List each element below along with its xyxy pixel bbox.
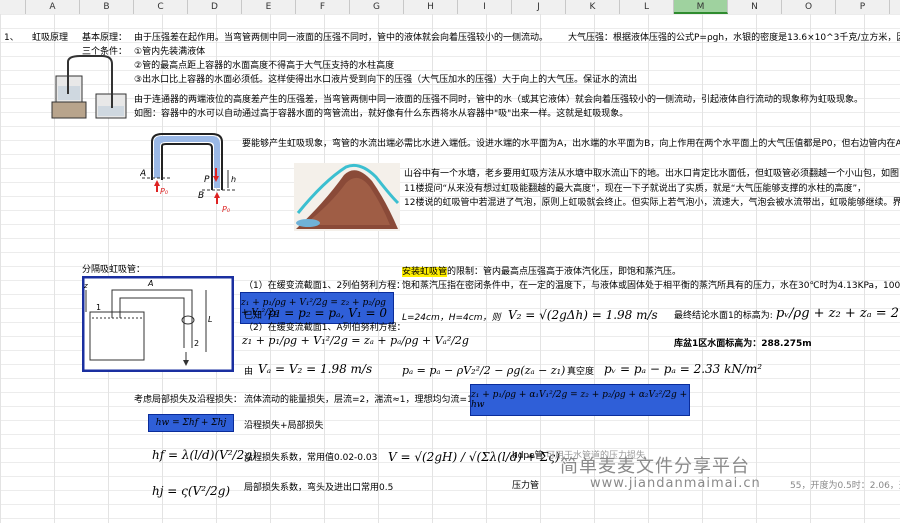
basic-text: 由于压强差在起作用。当弯管两侧中同一液面的压强不同时，管中的液体就会向着压强较小… <box>134 33 549 43</box>
install-limit-text: 的限制：管内最高点压强高于液体汽化压，即饱和蒸汽压。 <box>447 267 682 277</box>
losses-text: 流体流动的能量损失，层流=2，湍流≈1，理想均匀流=1 <box>244 395 473 405</box>
mountain-siphon-image <box>294 163 400 231</box>
vacuum-equation: pᵥ = pₐ − pₐ = 2.33 kN/m² <box>604 362 763 376</box>
install-limit-row: 安装虹吸管的限制：管内最高点压强高于液体汽化压，即饱和蒸汽压。 <box>402 266 681 278</box>
topic-title: 虹吸原理 <box>32 33 69 43</box>
label-B: B <box>198 191 204 201</box>
tank-elevation: 库盆1区水面标高为：288.275m <box>674 339 812 349</box>
label-A: A <box>140 169 146 179</box>
column-header-l[interactable]: L <box>620 0 674 14</box>
middle-p4: 12楼说的虹吸管中若混进了气泡，原则上虹吸就会终止。但实际上若气泡小，流速大，气… <box>404 198 900 208</box>
extra-text-1: 由于连通器的两端液位的高度差产生的压强差，当弯管两侧中同一液面的压强不同时，管中… <box>134 95 864 105</box>
column-header-i[interactable]: I <box>458 0 512 14</box>
svg-text:z: z <box>83 282 88 290</box>
siphon-illustration <box>51 55 127 119</box>
along-plus-local: 沿程损失+局部损失 <box>244 421 324 431</box>
middle-p3: 11楼提问“从来没有想过虹吸能翻越的最大高度”，现在一下子就说出了实质，就是“大… <box>404 184 867 194</box>
install-limit-highlight: 安装虹吸管 <box>402 267 448 277</box>
column-header-bar: ABCDEFGHIJKLMNOPQ <box>0 0 900 15</box>
pa-equation: pₐ = pₐ − ρV₂²/2 − ρg(zₐ − z₁) <box>402 364 566 377</box>
u-tube-diagram: A B P P₀ P₀ h <box>140 133 236 214</box>
vapor-pressure-text: 饱和蒸汽压指在密闭条件中，在一定的温度下，与液体或固体处于相平衡的蒸汽所具有的压… <box>402 281 900 291</box>
svg-text:1: 1 <box>96 303 101 312</box>
by-prefix: 由 <box>244 367 254 377</box>
column-header-p[interactable]: P <box>836 0 890 14</box>
column-header-n[interactable]: N <box>728 0 782 14</box>
watermark-url: www.jiandanmaimai.cn <box>590 476 761 491</box>
hdpe-label: hdpe管 <box>512 451 544 461</box>
known-equation: p₁ = p₂ = pₐ, V₁ = 0 <box>268 306 387 320</box>
hj-formula: hj = ς(V²/2g) <box>152 484 231 498</box>
condition-3: ③出水口比上容器的水面必须低。这样使得出水口液片受到向下的压强（大气压加水的压强… <box>134 75 638 85</box>
condition-1: ①管内先装满液体 <box>134 47 206 57</box>
known-prefix: 已知 <box>244 311 263 321</box>
svg-text:L: L <box>208 315 212 324</box>
column-header-j[interactable]: J <box>512 0 566 14</box>
final-label: 最终结论水面1的标高为: <box>674 311 773 321</box>
hf-formula: hf = λ(l/d)(V²/2g) <box>152 448 257 462</box>
by-equation: Vₐ = V₂ = 1.98 m/s <box>258 362 373 376</box>
select-all-corner[interactable] <box>0 0 26 14</box>
svg-text:2: 2 <box>194 339 199 348</box>
step1-text: （1）在缓变流截面1、2列伯努利方程： <box>244 281 406 291</box>
label-P: P <box>204 175 210 185</box>
losses-label: 考虑局部损失及沿程损失： <box>134 395 243 405</box>
hj-note: 局部损失系数，弯头及进出口常用0.5 <box>244 483 394 493</box>
bernoulli-1-A-formula: z₁ + p₁/ρg + V₁²/2g = zₐ + pₐ/ρg + Vₐ²/2… <box>242 334 469 347</box>
column-header-f[interactable]: F <box>296 0 350 14</box>
column-header-o[interactable]: O <box>782 0 836 14</box>
section2-label: 分隔吸虹吸管： <box>82 265 146 275</box>
opening-tail: 55，开度为0.5时：2.06，开度 <box>790 481 900 491</box>
middle-p1: 要能够产生虹吸现象，弯管的水流出端必需比水进入端低。设进水端的水平面为A，出水端… <box>242 139 900 149</box>
label-P0-right: P₀ <box>222 205 231 214</box>
column-header-a[interactable]: A <box>26 0 80 14</box>
middle-p2: 山谷中有一个水塘，老乡要用虹吸方法从水塘中取水流山下的地。出水口肯定比水面低，但… <box>404 169 900 179</box>
column-header-k[interactable]: K <box>566 0 620 14</box>
column-header-e[interactable]: E <box>242 0 296 14</box>
extra-text-2: 如图：容器中的水可以自动通过高于容器水面的弯管流出，就好像有什么东西将水从容器中… <box>134 109 629 119</box>
energy-equation-formula: z₁ + p₁/ρg + α₁V₁²/2g = z₂ + p₂/ρg + α₂V… <box>470 384 690 416</box>
watermark-title: 简单麦麦文件分享平台 <box>560 456 750 477</box>
step2-text: （2）在缓变流截面1、A列伯努利方程： <box>244 323 406 333</box>
svg-text:A: A <box>147 279 153 288</box>
total-loss-formula: hw = Σhf + Σhj <box>148 414 234 432</box>
vacuum-label: 真空度 <box>567 367 595 377</box>
column-header-q[interactable]: Q <box>890 0 900 14</box>
column-header-d[interactable]: D <box>188 0 242 14</box>
column-header-b[interactable]: B <box>80 0 134 14</box>
siphon-pipe-diagram: L A 1 2 z <box>82 276 234 372</box>
given-values: L=24cm，H=4cm，则 <box>402 313 501 323</box>
column-header-c[interactable]: C <box>134 0 188 14</box>
pressure-label: 压力管 <box>512 481 540 491</box>
atm-label: 大气压强：根据液体压强的公式P=ρgh，水银的密度是13.6×10^3千克/立方… <box>568 33 900 43</box>
column-header-h[interactable]: H <box>404 0 458 14</box>
basic-label: 基本原理： <box>82 33 128 43</box>
label-h: h <box>231 175 236 184</box>
label-P0-left: P₀ <box>160 187 169 196</box>
column-header-m[interactable]: M <box>674 0 728 14</box>
column-header-g[interactable]: G <box>350 0 404 14</box>
final-equation: pᵥ/ρg + z₂ + zₐ = 2 <box>776 306 900 321</box>
row-index: 1、 <box>4 33 19 43</box>
v2-equation: V₂ = √(2gΔh) = 1.98 m/s <box>508 308 658 322</box>
hf-note: 沿程损失系数，常用值0.02-0.03 <box>244 453 378 463</box>
condition-2: ②管的最高点距上容器的水面高度不得高于大气压支持的水柱高度 <box>134 61 395 71</box>
